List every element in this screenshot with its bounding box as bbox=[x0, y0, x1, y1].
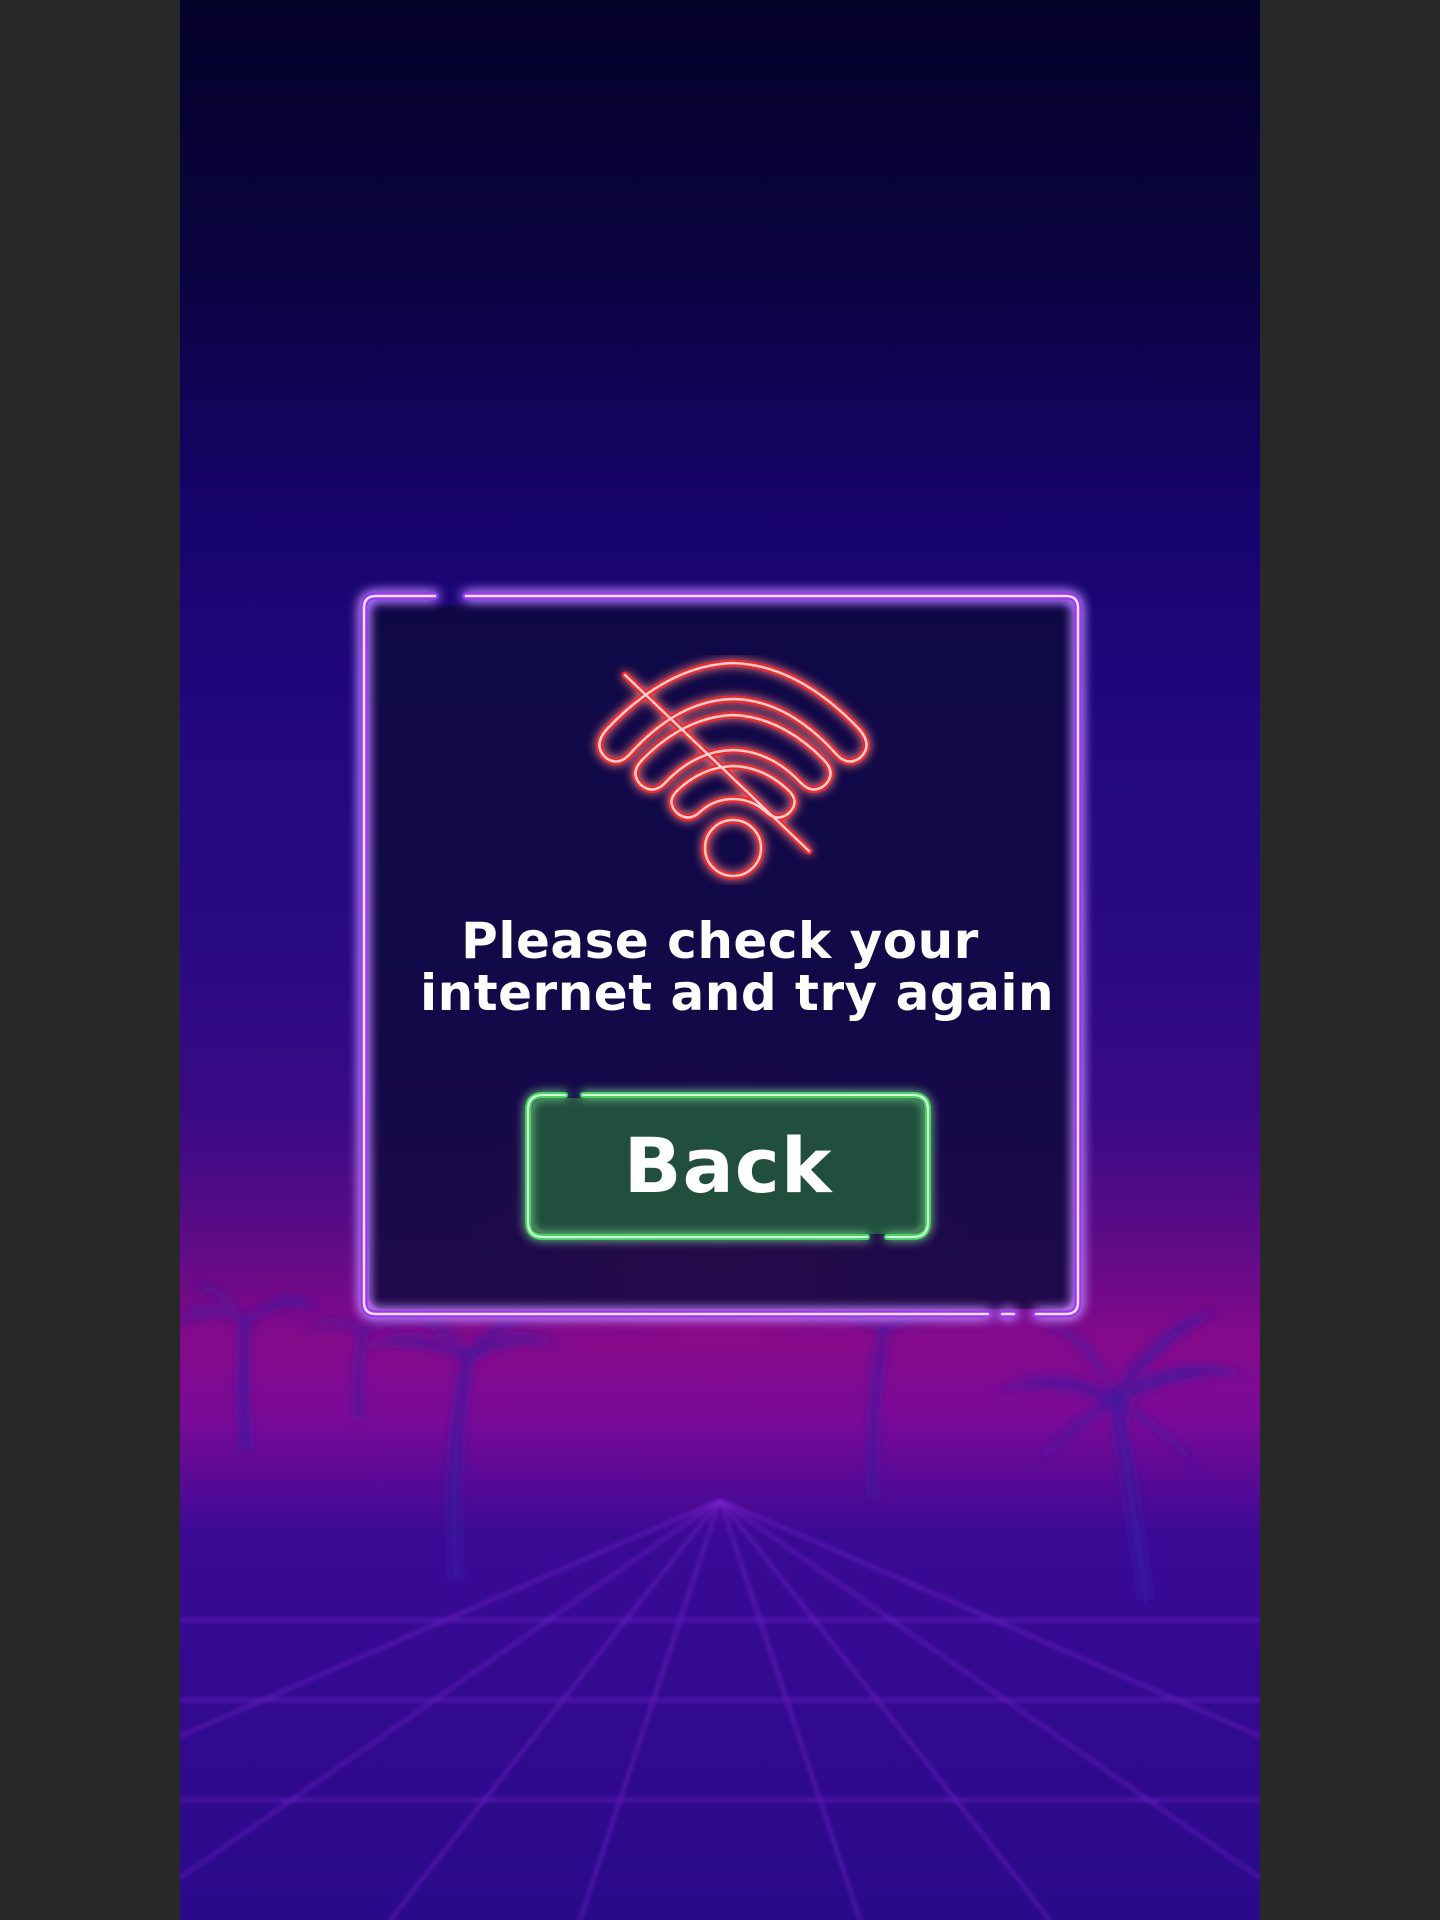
error-message-line-1: Please check your bbox=[461, 912, 979, 970]
error-message-line-2: internet and try again bbox=[420, 964, 1055, 1022]
wifi-off-icon bbox=[596, 659, 870, 880]
error-message: Please check your internet and try again bbox=[420, 912, 1055, 1022]
app-screen: Please check your internet and try again… bbox=[180, 0, 1260, 1920]
back-button-label: Back bbox=[623, 1121, 833, 1210]
back-button[interactable]: Back bbox=[525, 1092, 931, 1240]
